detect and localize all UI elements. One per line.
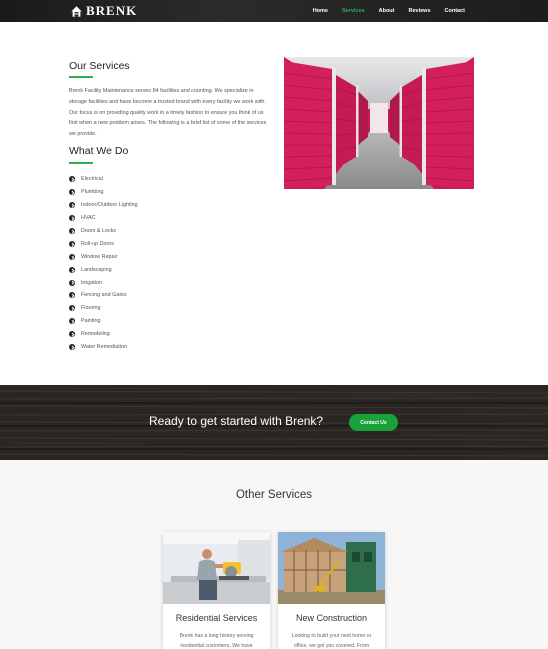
list-item: Electrical <box>69 173 138 186</box>
list-item: Flooring <box>69 302 138 315</box>
construction-photo <box>278 532 385 604</box>
arrow-circle-icon <box>69 266 75 273</box>
list-item: Window Repair <box>69 250 138 263</box>
arrow-circle-icon <box>69 344 75 351</box>
service-card-new-construction[interactable]: New Construction Looking to build your n… <box>278 532 385 649</box>
brand-logo[interactable]: BRENK <box>70 3 137 19</box>
heading-underline <box>69 162 93 164</box>
nav-about[interactable]: About <box>372 8 402 14</box>
arrow-circle-icon <box>69 253 75 260</box>
arrow-circle-icon <box>69 189 75 196</box>
arrow-circle-icon <box>69 279 75 286</box>
nav-services[interactable]: Services <box>335 8 372 14</box>
site-header: BRENK Home Services About Reviews Contac… <box>0 0 548 22</box>
list-item: Landscaping <box>69 263 138 276</box>
residential-photo <box>163 532 270 604</box>
our-services-intro: Brenk Facility Maintenance serves 84 fac… <box>69 88 267 138</box>
card-title: Residential Services <box>175 613 258 623</box>
our-services-heading: Our Services <box>69 60 130 72</box>
list-item: Plumbing <box>69 186 138 199</box>
logo-house-icon <box>71 5 82 17</box>
nav-contact[interactable]: Contact <box>438 8 472 14</box>
list-item: Water Remediation <box>69 341 138 354</box>
other-services-heading: Other Services <box>235 489 313 501</box>
services-list: Electrical Plumbing Indoor/Outdoor Light… <box>69 173 138 353</box>
service-card-residential[interactable]: Residential Services Brenk has a long hi… <box>163 532 270 649</box>
main-nav: Home Services About Reviews Contact <box>306 0 472 22</box>
list-item: Fencing and Gates <box>69 289 138 302</box>
arrow-circle-icon <box>69 215 75 222</box>
contact-us-button[interactable]: Contact Us <box>349 414 398 431</box>
arrow-circle-icon <box>69 228 75 234</box>
list-item: HVAC <box>69 212 138 225</box>
card-title: New Construction <box>295 613 368 623</box>
arrow-circle-icon <box>69 331 75 338</box>
arrow-circle-icon <box>69 202 75 209</box>
storage-hallway-image <box>284 57 474 189</box>
card-description: Looking to build your next home or offic… <box>291 633 372 649</box>
arrow-circle-icon <box>69 305 75 312</box>
what-we-do-heading: What We Do <box>69 145 129 157</box>
logo-text: BRENK <box>86 3 138 18</box>
list-item: Irrigation <box>69 276 138 289</box>
card-description: Brenk has a long history serving residen… <box>179 633 254 649</box>
list-item: Painting <box>69 315 138 328</box>
nav-home[interactable]: Home <box>306 8 335 14</box>
arrow-circle-icon <box>69 318 75 325</box>
arrow-circle-icon <box>69 292 75 299</box>
nav-reviews[interactable]: Reviews <box>402 8 438 14</box>
list-item: Indoor/Outdoor Lighting <box>69 199 138 212</box>
arrow-circle-icon <box>69 240 75 247</box>
heading-underline <box>69 76 93 78</box>
list-item: Doors & Locks <box>69 225 138 238</box>
list-item: Roll-up Doors <box>69 237 138 250</box>
cta-headline: Ready to get started with Brenk? <box>149 414 324 428</box>
list-item: Remodeling <box>69 328 138 341</box>
arrow-circle-icon <box>69 176 75 183</box>
